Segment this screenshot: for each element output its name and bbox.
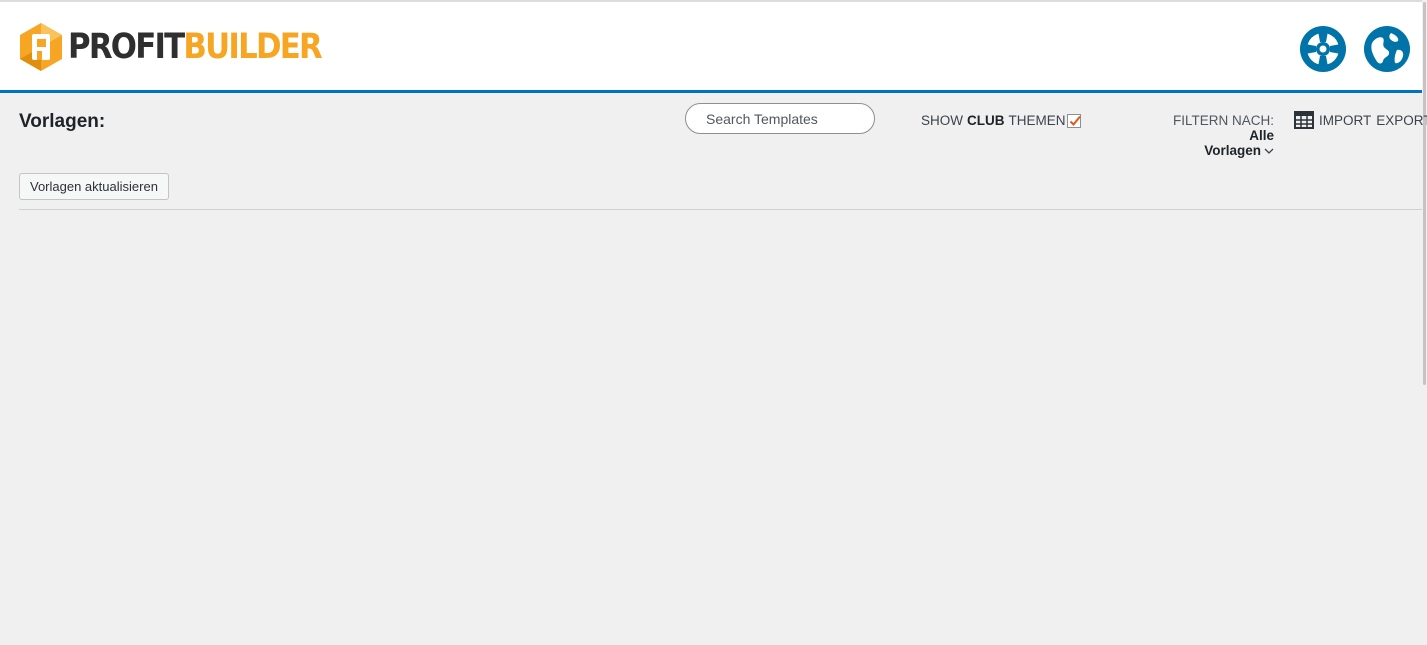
club-suffix-label: THEMEN — [1008, 113, 1066, 128]
scrollbar-track[interactable] — [1422, 0, 1427, 645]
logo-text: PROFITBUILDER — [68, 27, 323, 67]
club-bold-label: CLUB — [967, 113, 1005, 128]
checkmark-icon — [1069, 115, 1081, 126]
refresh-templates-button[interactable]: Vorlagen aktualisieren — [19, 173, 169, 200]
section-divider — [19, 209, 1422, 210]
club-prefix-label: SHOW — [921, 113, 963, 128]
search-templates-input[interactable] — [685, 103, 875, 134]
export-link[interactable]: EXPORT — [1376, 113, 1427, 128]
show-club-themes-toggle[interactable]: SHOW CLUB THEMEN — [921, 113, 1081, 128]
scrollbar-thumb[interactable] — [1423, 2, 1426, 385]
filter-value-line2: Vorlagen — [1204, 143, 1261, 158]
app-header: PROFITBUILDER — [0, 2, 1422, 93]
help-lifebuoy-icon[interactable] — [1300, 26, 1346, 72]
import-link[interactable]: IMPORT — [1319, 113, 1371, 128]
globe-icon[interactable] — [1364, 26, 1410, 72]
page-title: Vorlagen: — [19, 111, 106, 132]
chevron-down-icon — [1264, 148, 1274, 154]
profitbuilder-logo[interactable]: PROFITBUILDER — [18, 21, 356, 73]
import-export-group: IMPORT EXPORT — [1294, 111, 1427, 129]
table-icon — [1294, 111, 1314, 129]
logo-hexagon-icon — [20, 23, 62, 71]
filter-dropdown[interactable]: FILTERN NACH: Alle Vorlagen — [1146, 113, 1274, 158]
filter-value-line1: Alle — [1249, 128, 1274, 143]
club-themes-checkbox[interactable] — [1066, 113, 1081, 128]
filter-label: FILTERN NACH: — [1172, 113, 1274, 128]
